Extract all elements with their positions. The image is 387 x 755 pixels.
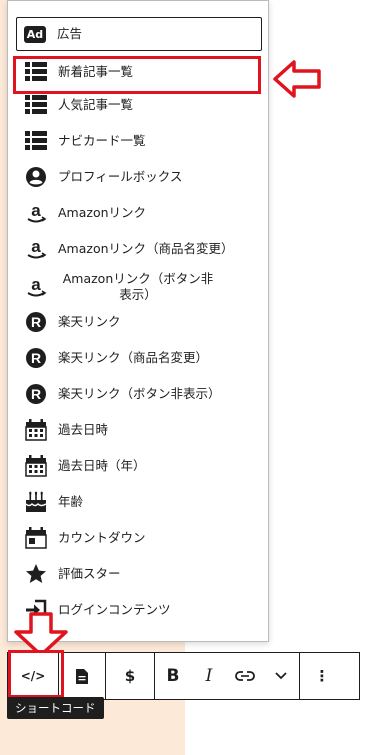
rakuten-icon: R (24, 382, 48, 406)
menu-item-amazon-link-nobutton[interactable]: a Amazonリンク（ボタン非表示） (18, 267, 264, 307)
menu-item-label: カウントダウン (58, 530, 146, 545)
dollar-button[interactable]: $ (106, 653, 154, 699)
menu-item-label: 楽天リンク (58, 314, 121, 329)
menu-item-label: 過去日時 (58, 422, 109, 437)
more-options-button[interactable]: ⋮ (300, 653, 344, 699)
calendar-icon (24, 418, 48, 442)
svg-text:R: R (31, 386, 41, 402)
list-icon (24, 93, 48, 117)
amazon-icon: a (24, 275, 48, 299)
menu-item-rakuten-link[interactable]: R 楽天リンク (18, 307, 264, 337)
menu-item-profile-box[interactable]: プロフィールボックス (18, 162, 264, 192)
menu-item-label: プロフィールボックス (58, 169, 183, 184)
menu-item-ad[interactable]: Ad 広告 (16, 17, 262, 51)
menu-item-label: Amazonリンク（商品名変更） (58, 241, 234, 256)
calendar-icon (24, 454, 48, 478)
menu-item-amazon-link[interactable]: a Amazonリンク (18, 198, 264, 228)
menu-item-rakuten-link-nobutton[interactable]: R 楽天リンク（ボタン非表示） (18, 379, 264, 409)
menu-item-age[interactable]: 年齢 (18, 487, 264, 517)
menu-item-label: 楽天リンク（商品名変更） (58, 350, 209, 365)
ad-icon: Ad (23, 22, 47, 46)
menu-item-countdown[interactable]: カウントダウン (18, 523, 264, 553)
menu-item-past-datetime[interactable]: 過去日時 (18, 415, 264, 445)
amazon-icon: a (24, 201, 48, 225)
amazon-icon: a (24, 237, 48, 261)
menu-item-rating-stars[interactable]: 評価スター (18, 559, 264, 589)
menu-item-label: Amazonリンク（ボタン非表示） (62, 271, 214, 302)
svg-text:a: a (31, 201, 41, 220)
tooltip-shortcode: ショートコード (7, 697, 104, 719)
link-icon[interactable] (227, 653, 263, 699)
bold-button[interactable]: B (155, 653, 191, 699)
svg-text:a: a (31, 237, 41, 256)
annotation-arrow-left-icon (273, 60, 321, 98)
highlight-box-shortcode (8, 650, 64, 698)
rakuten-icon: R (24, 346, 48, 370)
menu-item-label: Amazonリンク (58, 205, 147, 220)
menu-item-label: ログインコンテンツ (58, 602, 171, 617)
menu-item-label: ナビカード一覧 (58, 133, 146, 148)
svg-text:R: R (31, 314, 41, 330)
chevron-down-icon[interactable] (263, 653, 299, 699)
menu-item-label: 楽天リンク（ボタン非表示） (58, 386, 221, 401)
shortcode-dropdown-menu: Ad 広告 新着記事一覧 人気記事一覧 ナビカード一覧 プロフィールボックス a… (7, 0, 269, 642)
svg-text:a: a (31, 275, 41, 294)
star-icon (24, 562, 48, 586)
document-icon[interactable] (59, 653, 105, 699)
menu-item-rakuten-link-rename[interactable]: R 楽天リンク（商品名変更） (18, 343, 264, 373)
menu-item-label: 広告 (57, 26, 83, 41)
list-icon (24, 129, 48, 153)
menu-item-amazon-link-rename[interactable]: a Amazonリンク（商品名変更） (18, 234, 264, 264)
svg-text:R: R (31, 350, 41, 366)
cake-icon (24, 490, 48, 514)
menu-item-label: 年齢 (58, 494, 84, 509)
calendar-icon (24, 526, 48, 550)
menu-item-popular-posts[interactable]: 人気記事一覧 (18, 90, 264, 120)
menu-item-past-datetime-year[interactable]: 過去日時（年） (18, 451, 264, 481)
highlight-box-new-posts (13, 56, 261, 94)
menu-item-label: 過去日時（年） (58, 458, 146, 473)
user-circle-icon (24, 165, 48, 189)
menu-item-label: 人気記事一覧 (58, 97, 134, 112)
italic-button[interactable]: I (191, 653, 227, 699)
menu-item-navi-cards[interactable]: ナビカード一覧 (18, 126, 264, 156)
rakuten-icon: R (24, 310, 48, 334)
menu-item-label: 評価スター (58, 566, 121, 581)
